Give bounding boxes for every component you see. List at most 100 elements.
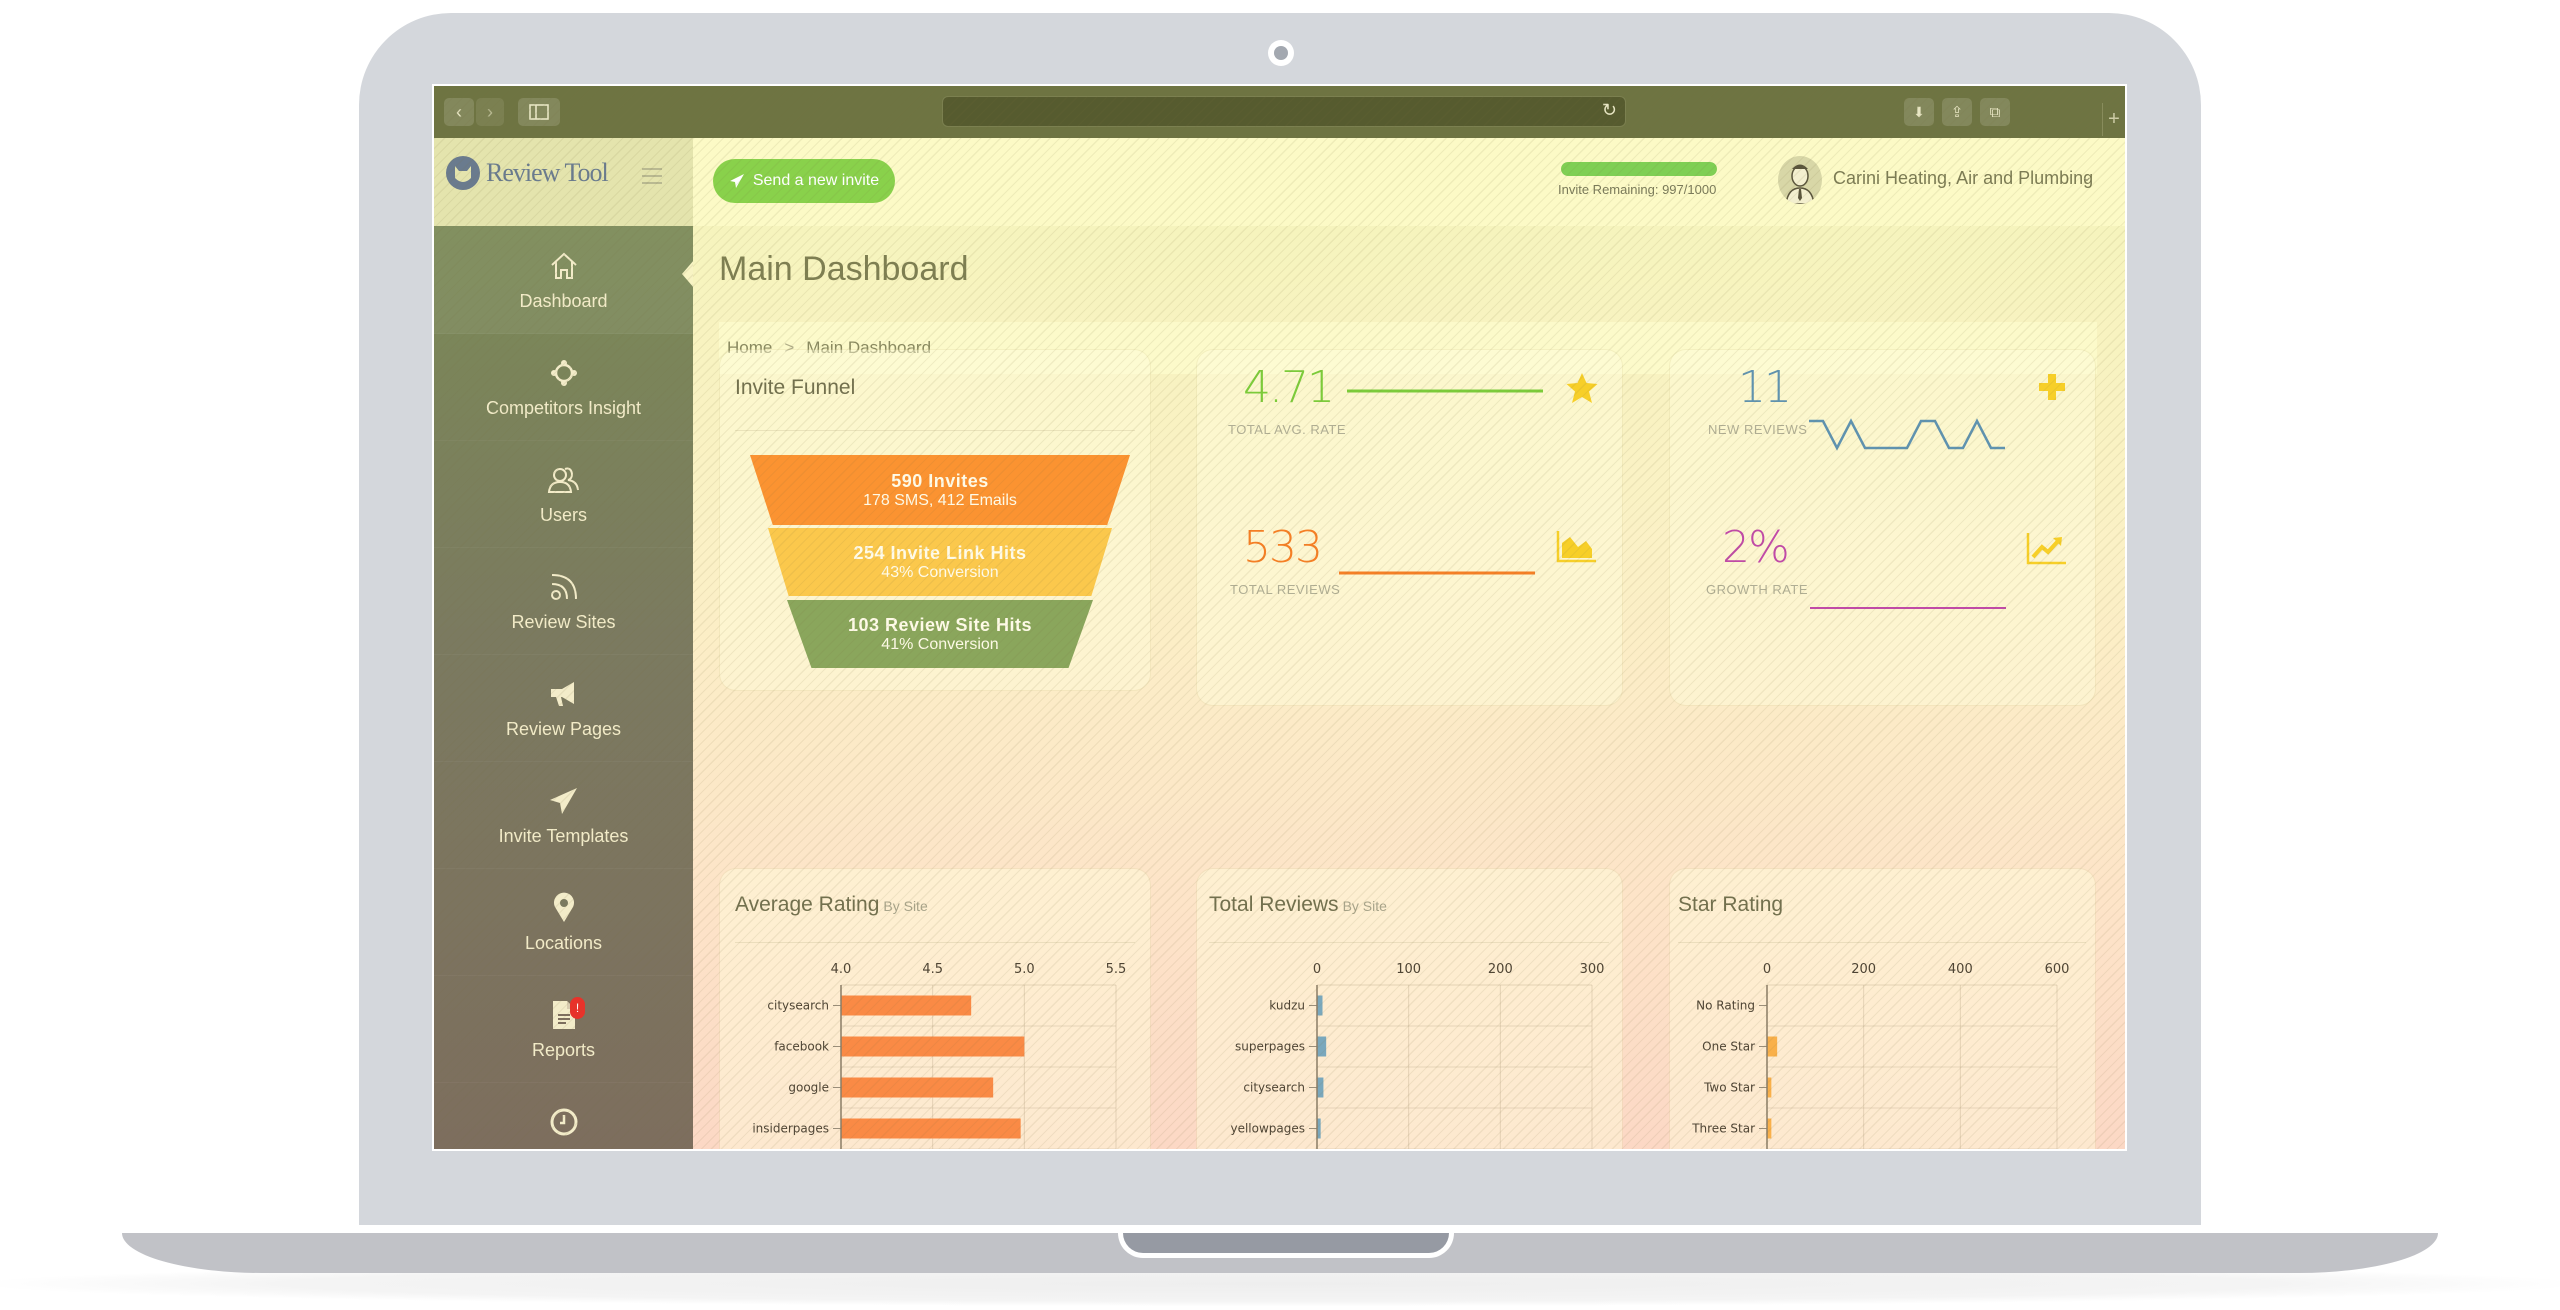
sidebar-item-label: Users <box>539 505 587 525</box>
sidebar: Dashboard Competitors Insight Users Revi… <box>434 226 694 1149</box>
growth-rate-value: 2% <box>1722 522 1790 573</box>
laptop-notch <box>1118 1233 1454 1258</box>
invite-remaining-label: Invite Remaining: <box>1558 182 1659 197</box>
average-rating-card: Average Rating By Site 4.0 4.5 5.0 5.5 cityse… <box>720 869 1150 1149</box>
x-tick-label: 100 <box>1396 962 1421 977</box>
menu-toggle-icon[interactable] <box>642 168 662 189</box>
sidebar-item-competitors-insight[interactable]: Competitors Insight <box>434 333 693 441</box>
chevron-right-icon: › <box>487 101 493 122</box>
total-avg-rate-value: 4.71 <box>1243 362 1335 413</box>
x-tick-label: 5.0 <box>1014 962 1035 977</box>
funnel-stage-title: 254 Invite Link Hits <box>853 542 1027 563</box>
paper-plane-icon <box>545 782 583 820</box>
y-tick-label: superpages <box>1235 1040 1305 1054</box>
sidebar-item-label: Review Pages <box>505 719 622 739</box>
sidebar-item-reports[interactable]: ! Reports <box>434 975 693 1083</box>
area-chart-icon <box>1556 531 1596 563</box>
x-tick-label: 0 <box>1763 962 1771 977</box>
y-tick-label: Two Star <box>1703 1081 1755 1095</box>
funnel-stage-detail: 41% Conversion <box>881 635 999 653</box>
logo-cat-icon <box>446 156 480 190</box>
new-reviews-value: 11 <box>1738 362 1792 413</box>
share-icon: ⇪ <box>1950 104 1964 121</box>
x-tick-label: 4.0 <box>831 962 852 977</box>
avatar[interactable] <box>1778 156 1822 204</box>
sidebar-toggle-button[interactable] <box>518 98 560 126</box>
y-tick-label: No Rating <box>1696 999 1755 1013</box>
card-header: Star Rating <box>1678 893 1783 917</box>
card-subtitle: By Site <box>883 898 928 914</box>
divider <box>735 430 1135 431</box>
growth-rate-label: GROWTH RATE <box>1706 582 1809 597</box>
total-avg-rate-label: TOTAL AVG. RATE <box>1228 422 1347 437</box>
sidebar-item-label: Reports <box>531 1040 596 1060</box>
address-bar[interactable]: ↻ <box>942 96 1626 127</box>
total-reviews-chart: 0 100 200 300 kudzu superpages citysearch yello… <box>1230 962 1605 1149</box>
sidebar-item-invite-templates[interactable]: Invite Templates <box>434 761 693 869</box>
download-button[interactable]: ⬇ <box>1904 98 1934 126</box>
y-tick-label: One Star <box>1702 1040 1755 1054</box>
crosshair-icon <box>545 354 583 392</box>
divider <box>1209 942 1609 943</box>
plus-icon: + <box>2108 108 2120 130</box>
chevron-down-icon[interactable]: ⌄ <box>2081 168 2093 185</box>
invite-funnel-card: Invite Funnel 590 Invites 178 SMS, 412 E… <box>720 350 1150 690</box>
plus-icon <box>2039 374 2065 400</box>
app-header: Send a new invite Invite Remaining: 997/… <box>693 138 2125 226</box>
send-invite-button[interactable]: Send a new invite <box>713 159 895 203</box>
sidebar-item-label: Invite Templates <box>498 826 629 846</box>
trend-up-icon <box>2026 533 2066 565</box>
y-tick-label: Three Star <box>1691 1122 1755 1136</box>
new-tab-button[interactable]: + <box>2102 103 2125 136</box>
y-tick-label: citysearch <box>1243 1081 1305 1095</box>
funnel-stage[interactable]: 590 Invites 178 SMS, 412 Emails <box>750 455 1130 525</box>
bar <box>1767 1036 1778 1057</box>
sidebar-item-dashboard[interactable]: Dashboard <box>434 226 693 334</box>
invite-remaining-value: 997/1000 <box>1662 182 1717 197</box>
sidebar-icon <box>529 104 549 120</box>
map-pin-icon <box>545 889 583 927</box>
main-content: Main Dashboard Home > Main Dashboard Inv… <box>693 226 2125 1149</box>
camera-lens <box>1274 46 1288 60</box>
invite-remaining-progress <box>1561 162 1717 176</box>
back-button[interactable]: ‹ <box>444 98 474 126</box>
new-reviews-sparkline <box>1809 418 2005 451</box>
share-button[interactable]: ⇪ <box>1942 98 1972 126</box>
avg-rate-sparkline <box>1347 389 1543 393</box>
bar <box>841 995 972 1016</box>
forward-button[interactable]: › <box>476 98 504 126</box>
y-tick-label: yellowpages <box>1230 1122 1305 1136</box>
average-rating-chart: 4.0 4.5 5.0 5.5 citysearch facebook google insi… <box>752 962 1127 1149</box>
sidebar-item-review-sites[interactable]: Review Sites <box>434 547 693 655</box>
sidebar-item-scheduled-invites[interactable]: Scheduled Invites <box>434 1082 693 1149</box>
bar <box>1317 995 1323 1016</box>
total-reviews-label: TOTAL REVIEWS <box>1230 582 1341 597</box>
tabs-button[interactable]: ⧉ <box>1980 98 2010 126</box>
card-subtitle: By Site <box>1342 898 1387 914</box>
x-tick-label: 5.5 <box>1106 962 1127 977</box>
reload-icon[interactable]: ↻ <box>1602 100 1617 121</box>
home-icon <box>545 247 583 285</box>
sidebar-item-locations[interactable]: Locations <box>434 868 693 976</box>
laptop-hinge <box>122 1225 2438 1233</box>
card-header: Average Rating By Site <box>735 893 928 917</box>
y-tick-label: citysearch <box>767 999 829 1013</box>
card-title: Star Rating <box>1678 893 1784 916</box>
sidebar-item-users[interactable]: Users <box>434 440 693 548</box>
sidebar-item-label: Scheduled Invites <box>492 1147 634 1149</box>
invite-remaining-fill <box>1561 162 1717 176</box>
invite-remaining-text: Invite Remaining: 997/1000 <box>1558 182 1716 197</box>
sidebar-item-label: Competitors Insight <box>485 398 642 418</box>
x-tick-label: 300 <box>1580 962 1605 977</box>
sidebar-item-label: Dashboard <box>519 291 608 311</box>
bar <box>1317 1077 1324 1098</box>
sidebar-item-review-pages[interactable]: Review Pages <box>434 654 693 762</box>
y-tick-label: google <box>788 1081 829 1095</box>
card-title: Average Rating <box>735 893 880 916</box>
company-name[interactable]: Carini Heating, Air and Plumbing <box>1833 168 2093 189</box>
card-header: Total Reviews By Site <box>1209 893 1387 917</box>
page-title: Main Dashboard <box>719 250 969 288</box>
logo-text[interactable]: Review Tool <box>486 158 609 188</box>
funnel-stage[interactable]: 103 Review Site Hits 41% Conversion <box>787 600 1093 668</box>
funnel-stage[interactable]: 254 Invite Link Hits 43% Conversion <box>768 528 1112 596</box>
